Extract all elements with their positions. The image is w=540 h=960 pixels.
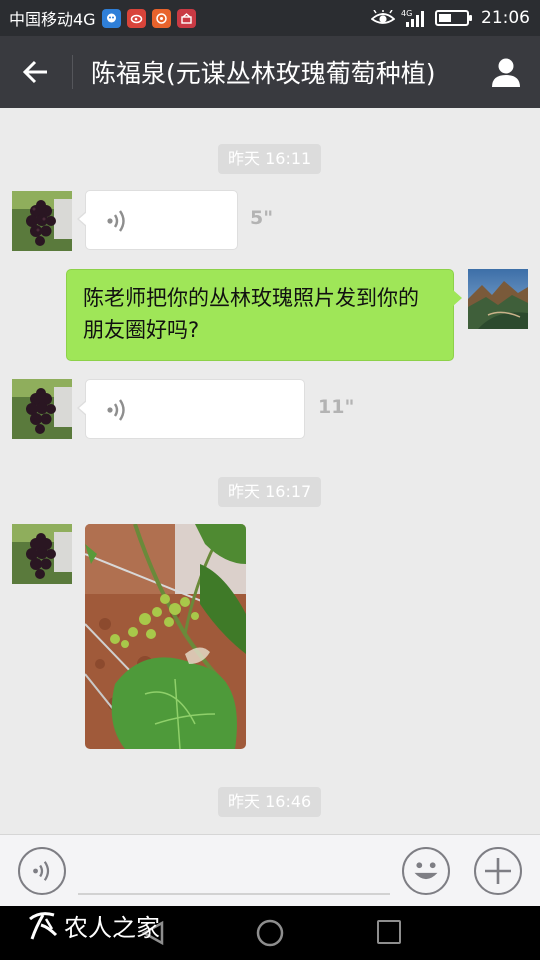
back-button[interactable] bbox=[0, 36, 72, 108]
watermark: 农人之家 bbox=[26, 908, 160, 943]
nav-recent-apps-icon[interactable] bbox=[377, 920, 401, 944]
chat-info-button[interactable] bbox=[486, 52, 526, 92]
signal-icon: 4G bbox=[401, 9, 424, 27]
qq-icon bbox=[101, 8, 121, 28]
chat-title: 陈福泉(元谋丛林玫瑰葡萄种植) bbox=[91, 59, 436, 88]
smiley-icon bbox=[414, 862, 438, 880]
clock: 21:06 bbox=[481, 8, 530, 28]
more-options-button[interactable] bbox=[474, 847, 522, 895]
taobao-icon bbox=[151, 8, 171, 28]
plus-icon bbox=[485, 858, 511, 884]
grapevine-photo bbox=[85, 524, 246, 749]
eye-comfort-icon bbox=[371, 10, 395, 24]
nav-home-icon[interactable] bbox=[256, 919, 284, 947]
emoji-button[interactable] bbox=[402, 847, 450, 895]
person-icon bbox=[492, 58, 520, 87]
voice-wave-icon bbox=[107, 399, 125, 421]
image-message[interactable] bbox=[85, 524, 246, 749]
timestamp: 昨天 16:46 bbox=[218, 787, 322, 817]
contact-avatar[interactable] bbox=[12, 524, 72, 584]
timestamp: 昨天 16:11 bbox=[218, 144, 322, 174]
voice-duration: 5" bbox=[250, 207, 274, 229]
svg-text:4G: 4G bbox=[401, 9, 412, 18]
message-input[interactable] bbox=[78, 893, 390, 895]
app-icon bbox=[176, 8, 196, 28]
title-bar: 陈福泉(元谋丛林玫瑰葡萄种植) bbox=[0, 36, 540, 108]
voice-input-button[interactable] bbox=[18, 847, 66, 895]
arrow-left-icon bbox=[22, 60, 47, 84]
timestamp: 昨天 16:17 bbox=[218, 477, 322, 507]
battery-icon bbox=[435, 10, 472, 26]
contact-avatar[interactable] bbox=[12, 191, 72, 251]
watermark-text: 农人之家 bbox=[64, 914, 160, 942]
my-avatar[interactable] bbox=[468, 269, 528, 329]
voice-message[interactable] bbox=[77, 190, 238, 250]
voice-wave-icon bbox=[33, 861, 50, 881]
chat-area[interactable]: 昨天 16:11 5" 陈老师把你的丛林玫瑰照片发到你的朋友圈好吗? 11" 昨… bbox=[0, 108, 540, 834]
title-divider bbox=[72, 55, 73, 89]
voice-duration: 11" bbox=[318, 396, 355, 418]
input-bar bbox=[0, 834, 540, 906]
voice-wave-icon bbox=[107, 210, 125, 232]
status-bar: 中国移动4G 4G 21:06 bbox=[0, 0, 540, 36]
voice-message[interactable] bbox=[77, 379, 305, 439]
contact-avatar[interactable] bbox=[12, 379, 72, 439]
text-message[interactable]: 陈老师把你的丛林玫瑰照片发到你的朋友圈好吗? bbox=[66, 269, 462, 361]
battery-level bbox=[439, 14, 451, 22]
status-indicators: 4G 21:06 bbox=[371, 0, 530, 36]
weibo-icon bbox=[126, 8, 146, 28]
nongren-logo-icon bbox=[29, 911, 58, 939]
carrier-label: 中国移动4G bbox=[9, 10, 96, 29]
